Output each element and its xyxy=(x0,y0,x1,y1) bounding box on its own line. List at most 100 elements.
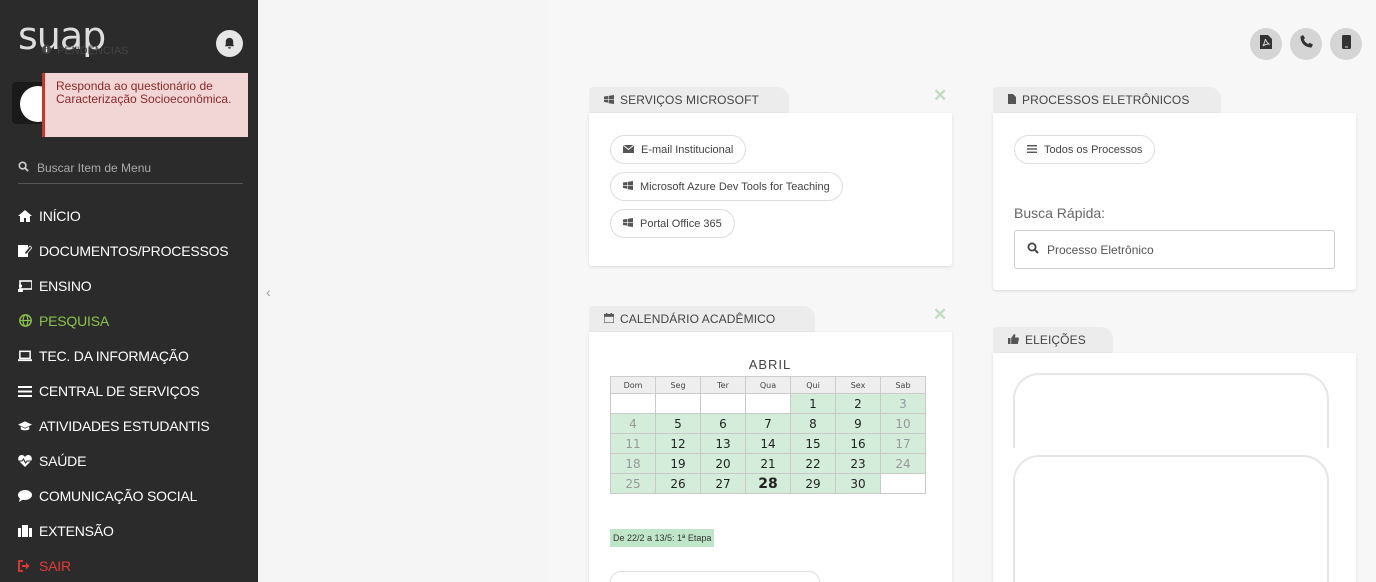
calendario-card-title: CALENDÁRIO ACADÊMICO xyxy=(620,312,776,326)
eleicoes-card-title: ELEIÇÕES xyxy=(1025,333,1086,347)
menu-item-central-servicos[interactable]: CENTRAL DE SERVIÇOS xyxy=(18,373,253,408)
link-label: Microsoft Azure Dev Tools for Teaching xyxy=(640,180,830,193)
menu-item-label: ATIVIDADES ESTUDANTIS xyxy=(39,418,210,435)
menu-item-label: EXTENSÃO xyxy=(39,523,114,540)
calendar-day: 25 xyxy=(610,473,656,494)
link-label: Portal Office 365 xyxy=(640,217,722,230)
document-edit-icon xyxy=(18,244,32,258)
pendencias-title: PENDÊNCIAS xyxy=(57,45,129,57)
notifications-bell-icon[interactable] xyxy=(216,30,243,57)
main-menu: INÍCIO DOCUMENTOS/PROCESSOS ENSINO PESQU… xyxy=(18,198,253,582)
presentation-icon xyxy=(18,279,32,292)
chat-bubble-icon xyxy=(18,490,32,503)
thumbs-up-icon xyxy=(1008,333,1019,347)
processos-card-title: PROCESSOS ELETRÔNICOS xyxy=(1022,93,1190,107)
pdf-button[interactable] xyxy=(1250,28,1282,60)
calendar-icon xyxy=(603,312,615,326)
calendar-day: 15 xyxy=(790,433,836,454)
menu-item-label: SAÚDE xyxy=(39,453,87,470)
menu-item-label: ENSINO xyxy=(39,277,92,294)
close-calendario-card-icon[interactable]: ✕ xyxy=(933,305,947,325)
list-icon xyxy=(1027,144,1037,156)
menu-item-inicio[interactable]: INÍCIO xyxy=(18,198,253,233)
calendar-day xyxy=(745,393,791,414)
calendar-day: 17 xyxy=(880,433,926,454)
menu-item-saude[interactable]: SAÚDE xyxy=(18,444,253,479)
close-microsoft-card-icon[interactable]: ✕ xyxy=(933,86,947,106)
envelope-icon xyxy=(622,144,635,156)
weekday-header: Dom xyxy=(610,376,656,394)
mobile-icon xyxy=(1341,34,1351,54)
calendar-legend: De 22/2 a 13/5: 1ª Etapa xyxy=(610,529,715,547)
processo-search-field xyxy=(1014,230,1335,269)
menu-item-label: SAIR xyxy=(39,558,71,575)
windows-icon xyxy=(623,217,633,230)
menu-item-label: TEC. DA INFORMAÇÃO xyxy=(39,347,189,364)
weekday-header: Qui xyxy=(790,376,836,394)
search-icon xyxy=(1027,242,1039,257)
calendario-card-header: CALENDÁRIO ACADÊMICO xyxy=(589,306,815,332)
menu-item-documentos[interactable]: DOCUMENTOS/PROCESSOS xyxy=(18,233,253,268)
calendar-day: 8 xyxy=(790,413,836,434)
menu-item-sair[interactable]: SAIR xyxy=(18,549,253,582)
menu-item-atividades-estudantis[interactable]: ATIVIDADES ESTUDANTIS xyxy=(18,409,253,444)
weekday-header: Sab xyxy=(880,376,926,394)
menu-item-ensino[interactable]: ENSINO xyxy=(18,268,253,303)
calendar-day: 23 xyxy=(835,453,881,474)
pdf-icon xyxy=(1260,34,1272,54)
pendencia-alert[interactable]: Responda ao questionário de Caracterizaç… xyxy=(42,73,248,137)
calendar-day: 21 xyxy=(745,453,791,474)
windows-icon xyxy=(604,93,614,107)
weekday-header: Sex xyxy=(835,376,881,394)
menu-item-comunicacao-social[interactable]: COMUNICAÇÃO SOCIAL xyxy=(18,479,253,514)
menu-search-input[interactable] xyxy=(37,160,227,175)
weekday-header: Seg xyxy=(655,376,701,394)
email-institucional-link[interactable]: E-mail Institucional xyxy=(610,135,747,164)
building-icon xyxy=(18,525,32,538)
menu-item-tec-informacao[interactable]: TEC. DA INFORMAÇÃO xyxy=(18,338,253,373)
collapse-chevron-left-icon[interactable]: ‹ xyxy=(266,284,271,300)
menu-item-label: PESQUISA xyxy=(39,312,109,329)
calendar-day: 12 xyxy=(655,433,701,454)
calendar-day: 29 xyxy=(790,473,836,494)
processos-card-header: PROCESSOS ELETRÔNICOS xyxy=(993,87,1221,113)
calendar-month: ABRIL xyxy=(748,357,792,372)
microsoft-card-header: SERVIÇOS MICROSOFT xyxy=(589,87,789,113)
microsoft-card-title: SERVIÇOS MICROSOFT xyxy=(620,93,759,107)
list-icon xyxy=(18,385,32,397)
calendar-action-pill[interactable] xyxy=(610,571,820,582)
calendar-day: 22 xyxy=(790,453,836,474)
mobile-button[interactable] xyxy=(1330,28,1362,60)
phone-button[interactable] xyxy=(1290,28,1322,60)
menu-item-pesquisa[interactable]: PESQUISA xyxy=(18,303,253,338)
phone-icon xyxy=(1300,35,1313,53)
globe-icon xyxy=(18,314,32,328)
menu-item-label: INÍCIO xyxy=(39,207,81,224)
calendar-day: 5 xyxy=(655,413,701,434)
calendar-day xyxy=(655,393,701,414)
calendar-day: 4 xyxy=(610,413,656,434)
calendar-day: 6 xyxy=(700,413,746,434)
calendar-day: 9 xyxy=(835,413,881,434)
busca-rapida-label: Busca Rápida: xyxy=(1014,205,1106,221)
heartbeat-icon xyxy=(18,455,32,468)
pendencias-header: PENDÊNCIAS xyxy=(42,45,129,57)
link-label: E-mail Institucional xyxy=(641,143,734,156)
azure-dev-tools-link[interactable]: Microsoft Azure Dev Tools for Teaching xyxy=(610,172,843,201)
weekday-header: Qua xyxy=(745,376,791,394)
calendar-day: 27 xyxy=(700,473,746,494)
todos-processos-link[interactable]: Todos os Processos xyxy=(1014,135,1156,164)
windows-icon xyxy=(623,180,633,193)
calendar-day: 16 xyxy=(835,433,881,454)
eleicoes-card-header: ELEIÇÕES xyxy=(993,327,1113,353)
menu-search xyxy=(18,152,243,184)
processo-search-input[interactable] xyxy=(1047,242,1327,257)
calendar-day: 24 xyxy=(880,453,926,474)
info-icon xyxy=(42,45,51,57)
calendar-grid: Dom Seg Ter Qua Qui Sex Sab 1 2 3 4 5 6 … xyxy=(610,376,926,494)
calendar-day: 7 xyxy=(745,413,791,434)
home-icon xyxy=(18,209,32,222)
menu-item-extensao[interactable]: EXTENSÃO xyxy=(18,514,253,549)
calendar-day-today: 28 xyxy=(745,473,791,494)
portal-office-365-link[interactable]: Portal Office 365 xyxy=(610,209,735,238)
